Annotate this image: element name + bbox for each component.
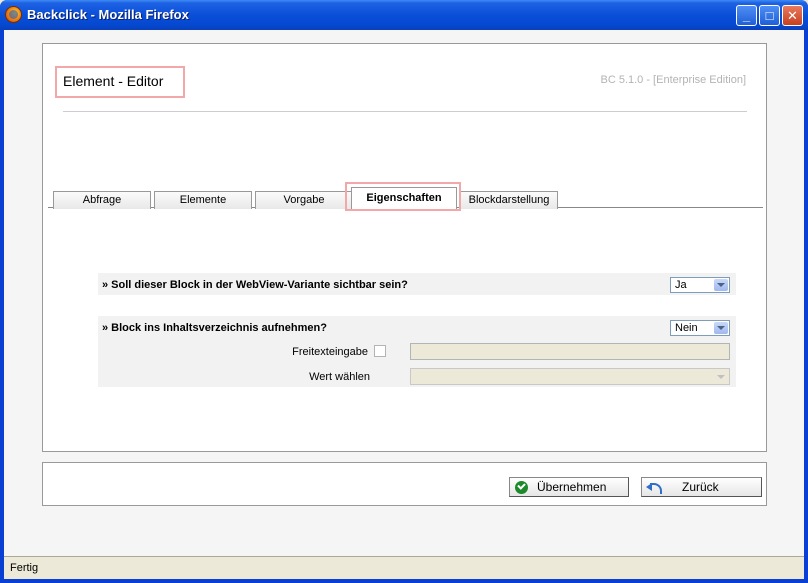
back-button-label: Zurück xyxy=(682,480,719,494)
undo-arrow-icon xyxy=(646,480,662,494)
page-content: Element - Editor BC 5.1.0 - [Enterprise … xyxy=(4,30,804,578)
version-label: BC 5.1.0 - [Enterprise Edition] xyxy=(600,74,746,86)
active-tab-highlight xyxy=(345,182,461,211)
chevron-down-icon xyxy=(714,279,728,291)
page-title: Element - Editor xyxy=(63,73,164,89)
webview-question: » Soll dieser Block in der WebView-Varia… xyxy=(102,279,408,291)
checkmark-icon xyxy=(515,481,528,494)
status-bar: Fertig xyxy=(4,556,804,579)
button-panel: Übernehmen Zurück xyxy=(42,462,767,506)
maximize-button[interactable]: □ xyxy=(759,5,780,26)
chevron-down-icon xyxy=(714,322,728,334)
freitext-label: Freitexteingabe xyxy=(292,346,368,358)
firefox-icon xyxy=(5,6,22,23)
tab-abfrage[interactable]: Abfrage xyxy=(53,191,151,209)
wert-label: Wert wählen xyxy=(309,371,370,383)
title-bar[interactable]: Backclick - Mozilla Firefox _ □ ✕ xyxy=(0,0,808,30)
back-button[interactable]: Zurück xyxy=(641,477,762,497)
freitext-checkbox[interactable] xyxy=(374,345,386,357)
apply-button-label: Übernehmen xyxy=(537,480,607,494)
toc-value: Nein xyxy=(675,322,698,334)
tab-elemente[interactable]: Elemente xyxy=(154,191,252,209)
divider xyxy=(63,111,747,112)
tab-blockdarstellung[interactable]: Blockdarstellung xyxy=(460,191,558,209)
freitext-input[interactable] xyxy=(410,343,730,360)
toc-question: » Block ins Inhaltsverzeichnis aufnehmen… xyxy=(102,322,327,334)
wert-select[interactable] xyxy=(410,368,730,385)
chevron-down-icon xyxy=(714,370,728,383)
apply-button[interactable]: Übernehmen xyxy=(509,477,629,497)
toc-section: » Block ins Inhaltsverzeichnis aufnehmen… xyxy=(98,316,736,387)
page-title-highlight: Element - Editor xyxy=(55,66,185,98)
webview-visible-select[interactable]: Ja xyxy=(670,277,730,293)
status-text: Fertig xyxy=(10,562,39,574)
tab-vorgabe[interactable]: Vorgabe xyxy=(255,191,353,209)
toc-select[interactable]: Nein xyxy=(670,320,730,336)
browser-window: Backclick - Mozilla Firefox _ □ ✕ Elemen… xyxy=(0,0,808,583)
close-button[interactable]: ✕ xyxy=(782,5,803,26)
webview-visible-value: Ja xyxy=(675,279,687,291)
minimize-button[interactable]: _ xyxy=(736,5,757,26)
window-title: Backclick - Mozilla Firefox xyxy=(27,7,189,22)
editor-panel: Element - Editor BC 5.1.0 - [Enterprise … xyxy=(42,43,767,452)
webview-visibility-section: » Soll dieser Block in der WebView-Varia… xyxy=(98,273,736,295)
